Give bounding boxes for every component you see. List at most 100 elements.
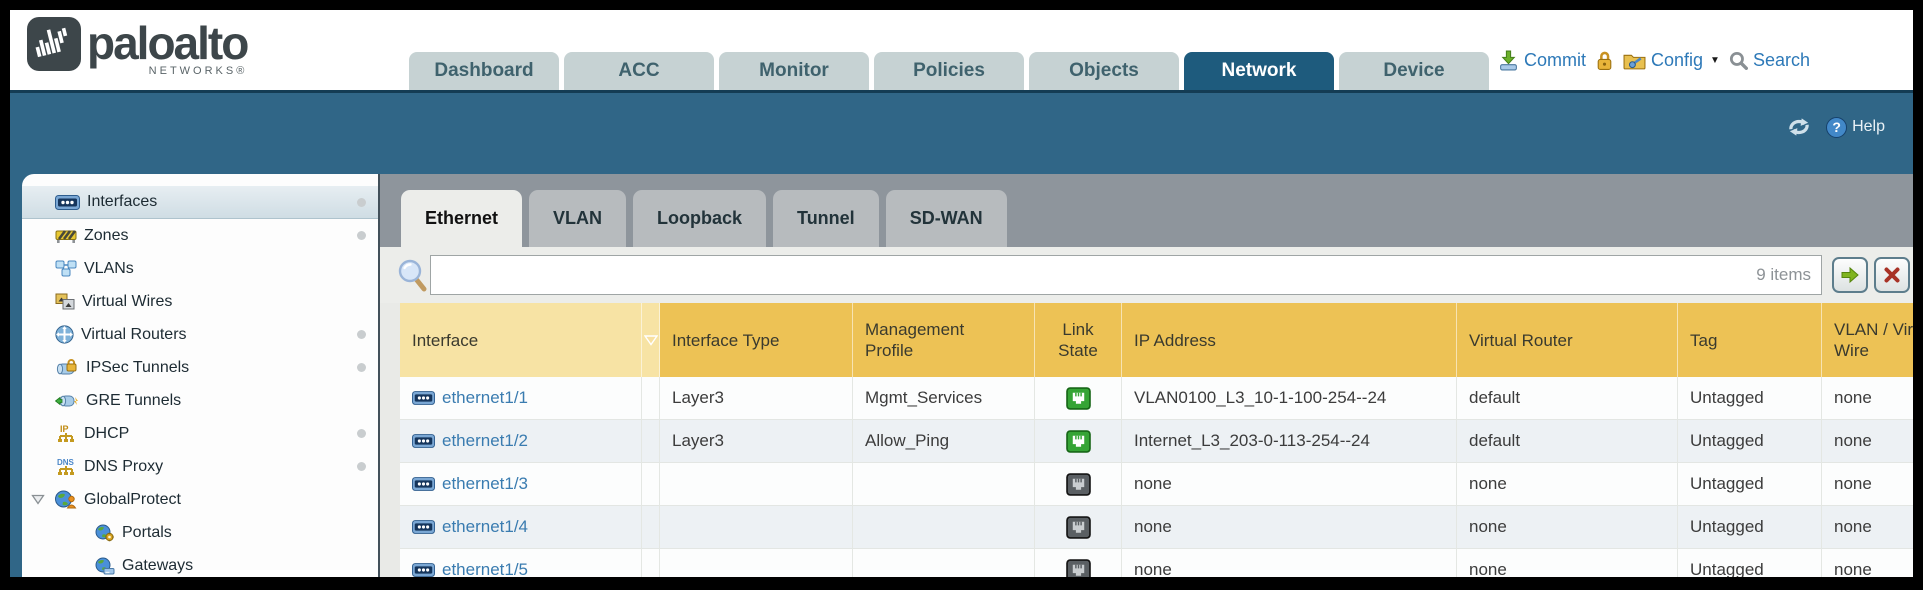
- link-state-cell: [1035, 463, 1122, 506]
- sidebar-item-vlans[interactable]: VLANs: [22, 252, 378, 285]
- column-header-link-state[interactable]: Link State: [1035, 303, 1122, 377]
- commit-button[interactable]: Commit: [1498, 50, 1586, 71]
- interface-link[interactable]: ethernet1/3: [442, 474, 528, 494]
- item-dot: [357, 429, 366, 438]
- sidebar-item-virtual-routers[interactable]: Virtual Routers: [22, 318, 378, 351]
- dhcp-icon: IP: [55, 424, 77, 443]
- item-dot: [357, 462, 366, 471]
- sidebar-item-portals[interactable]: Portals: [22, 516, 378, 549]
- utility-bar: Commit Config ▼: [1498, 44, 1810, 76]
- interface-link[interactable]: ethernet1/2: [442, 431, 528, 451]
- sidebar-item-label: DNS Proxy: [84, 458, 163, 476]
- paloalto-logo: paloalto NETWORKS®: [27, 17, 247, 77]
- virtual-router-cell: none: [1457, 506, 1678, 549]
- item-dot: [357, 363, 366, 372]
- column-header-interface-type[interactable]: Interface Type: [660, 303, 853, 377]
- sort-triangle-icon: [644, 335, 658, 346]
- sidebar-item-label: Interfaces: [87, 193, 157, 211]
- apply-filter-button[interactable]: [1832, 257, 1868, 293]
- tab-vlan[interactable]: VLAN: [529, 190, 626, 247]
- tab-loopback[interactable]: Loopback: [633, 190, 766, 247]
- item-dot: [357, 231, 366, 240]
- interface-link[interactable]: ethernet1/4: [442, 517, 528, 537]
- vlan-wire-cell: none: [1822, 506, 1913, 549]
- table-header-row: Interface Interface Type Management Prof…: [400, 303, 1913, 377]
- filter-input[interactable]: [431, 256, 1756, 294]
- tab-acc[interactable]: ACC: [564, 52, 714, 90]
- sidebar-item-gateways[interactable]: Gateways: [22, 549, 378, 577]
- management-profile-cell: Mgmt_Services: [853, 377, 1035, 420]
- lock-button[interactable]: [1595, 50, 1614, 71]
- tab-sdwan[interactable]: SD-WAN: [886, 190, 1007, 247]
- sidebar-item-zones[interactable]: Zones: [22, 219, 378, 252]
- table-row: ethernet1/5 none none Untagged: [400, 549, 1913, 577]
- interface-link[interactable]: ethernet1/1: [442, 388, 528, 408]
- ip-address-cell: none: [1122, 506, 1457, 549]
- virtual-routers-icon: [55, 325, 74, 344]
- red-x-icon: [1883, 266, 1901, 284]
- ip-address-cell: VLAN0100_L3_10-1-100-254--24: [1122, 377, 1457, 420]
- column-header-ip-address[interactable]: IP Address: [1122, 303, 1457, 377]
- spacer-cell: [642, 549, 660, 577]
- tab-network[interactable]: Network: [1184, 52, 1334, 90]
- management-profile-cell: Allow_Ping: [853, 420, 1035, 463]
- network-sidebar: Interfaces Zones: [22, 174, 380, 577]
- interface-type-cell: Layer3: [660, 377, 853, 420]
- filter-row: 9 items: [380, 247, 1913, 303]
- help-icon[interactable]: ?: [1826, 117, 1847, 138]
- column-header-tag[interactable]: Tag: [1678, 303, 1822, 377]
- interface-type-tabs: Ethernet VLAN Loopback Tunnel SD-WAN: [401, 190, 1007, 247]
- sidebar-item-globalprotect[interactable]: GlobalProtect: [22, 483, 378, 516]
- link-state-down-icon: [1066, 559, 1091, 578]
- column-sort-dropdown[interactable]: [642, 303, 660, 377]
- sidebar-item-interfaces[interactable]: Interfaces: [22, 186, 378, 219]
- panos-app: paloalto NETWORKS® Dashboard ACC Monitor…: [10, 10, 1913, 577]
- column-header-interface[interactable]: Interface: [400, 303, 642, 377]
- teal-status-band: ? Help: [10, 90, 1913, 174]
- chevron-down-icon: ▼: [1710, 55, 1720, 66]
- ethernet-port-icon: [412, 477, 435, 491]
- tag-cell: Untagged: [1678, 377, 1822, 420]
- ethernet-port-icon: [412, 520, 435, 534]
- sidebar-item-gre-tunnels[interactable]: GRE Tunnels: [22, 384, 378, 417]
- tab-objects[interactable]: Objects: [1029, 52, 1179, 90]
- sidebar-item-ipsec-tunnels[interactable]: IPSec Tunnels: [22, 351, 378, 384]
- refresh-icon[interactable]: [1785, 115, 1813, 139]
- item-dot: [357, 198, 366, 207]
- band-right-controls: ? Help: [1785, 115, 1885, 139]
- tag-cell: Untagged: [1678, 506, 1822, 549]
- item-dot: [357, 330, 366, 339]
- tab-ethernet[interactable]: Ethernet: [401, 190, 522, 247]
- tab-policies[interactable]: Policies: [874, 52, 1024, 90]
- sidebar-item-dhcp[interactable]: IP DHCP: [22, 417, 378, 450]
- column-header-management-profile[interactable]: Management Profile: [853, 303, 1035, 377]
- help-label[interactable]: Help: [1852, 118, 1885, 136]
- interface-cell: ethernet1/4: [400, 506, 642, 549]
- virtual-wires-icon: [55, 293, 75, 310]
- tab-device[interactable]: Device: [1339, 52, 1489, 90]
- column-header-vlan-virtual-wire[interactable]: VLAN / Virtual Wire: [1822, 303, 1913, 377]
- search-button[interactable]: Search: [1729, 50, 1810, 71]
- interface-link[interactable]: ethernet1/5: [442, 560, 528, 577]
- interface-type-cell: [660, 506, 853, 549]
- config-button[interactable]: Config ▼: [1623, 50, 1720, 71]
- sidebar-item-label: DHCP: [84, 425, 129, 443]
- expander-triangle-icon[interactable]: [31, 494, 45, 505]
- commit-label: Commit: [1524, 50, 1586, 71]
- ethernet-port-icon: [412, 434, 435, 448]
- tab-dashboard[interactable]: Dashboard: [409, 52, 559, 90]
- sidebar-item-virtual-wires[interactable]: Virtual Wires: [22, 285, 378, 318]
- tab-tunnel[interactable]: Tunnel: [773, 190, 879, 247]
- column-header-virtual-router[interactable]: Virtual Router: [1457, 303, 1678, 377]
- clear-filter-button[interactable]: [1874, 257, 1910, 293]
- content-pane: Ethernet VLAN Loopback Tunnel SD-WAN 9 i…: [380, 174, 1913, 577]
- green-arrow-icon: [1840, 266, 1860, 284]
- virtual-router-cell: none: [1457, 549, 1678, 577]
- table-row: ethernet1/1 Layer3 Mgmt_Services VLAN010…: [400, 377, 1913, 420]
- sidebar-item-label: GlobalProtect: [84, 491, 181, 509]
- commit-icon: [1498, 50, 1519, 71]
- sidebar-item-label: IPSec Tunnels: [86, 359, 189, 377]
- tab-monitor[interactable]: Monitor: [719, 52, 869, 90]
- sidebar-item-dns-proxy[interactable]: DNS DNS Proxy: [22, 450, 378, 483]
- dns-proxy-icon: DNS: [55, 457, 77, 476]
